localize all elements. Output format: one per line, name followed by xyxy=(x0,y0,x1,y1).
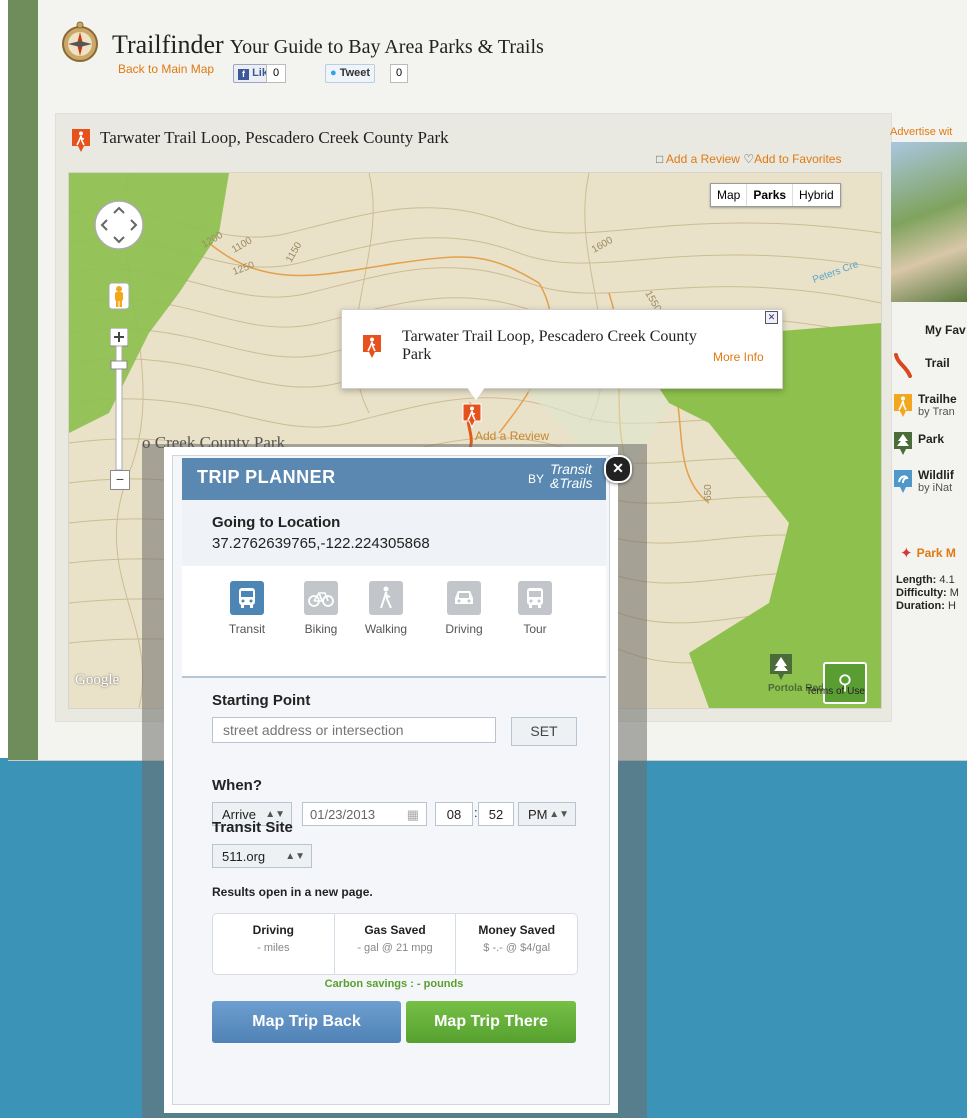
google-logo: Google xyxy=(75,672,120,688)
ampm-select[interactable]: PM ▲▼ xyxy=(518,802,576,826)
savings-table: Driving - miles Gas Saved - gal @ 21 mpg… xyxy=(212,913,578,975)
stat-money-saved: Money Saved $ -.- @ $4/gal xyxy=(455,914,577,974)
zoom-out-button[interactable]: − xyxy=(110,470,130,490)
destination-section xyxy=(182,500,606,567)
trailhead-legend-icon xyxy=(894,394,912,417)
back-to-main-map-link[interactable]: Back to Main Map xyxy=(118,62,214,76)
backdrop-review-link: Add a Review xyxy=(475,429,550,443)
tweet-count: 0 xyxy=(390,64,409,83)
add-to-favorites-link[interactable]: Add to Favorites xyxy=(754,152,841,166)
transit-and-trails-logo: Transit &Trails xyxy=(550,461,593,491)
like-count: 0 xyxy=(266,64,287,83)
pegman-icon[interactable] xyxy=(108,282,130,310)
tour-bus-icon xyxy=(518,581,552,615)
sidebar-item-park[interactable]: Park xyxy=(892,430,944,456)
pan-control-icon[interactable] xyxy=(92,198,146,252)
sidebar-heading: My Fav xyxy=(925,323,966,337)
starting-point-input[interactable] xyxy=(212,717,496,743)
calendar-icon: ▦ xyxy=(406,807,419,822)
mode-driving[interactable]: Driving xyxy=(436,581,492,636)
left-green-bar xyxy=(8,0,38,760)
select-arrows-icon: ▲▼ xyxy=(549,809,569,820)
results-note: Results open in a new page. xyxy=(212,885,373,899)
more-info-link[interactable]: More Info xyxy=(713,350,764,364)
modal-close-icon[interactable]: ✕ xyxy=(604,455,632,483)
map-trip-there-button[interactable]: Map Trip There xyxy=(406,1001,576,1043)
comment-icon: □ xyxy=(656,152,664,166)
map-type-map[interactable]: Map xyxy=(711,184,746,206)
twitter-bird-icon: ● xyxy=(330,67,337,79)
starting-point-label: Starting Point xyxy=(212,692,311,709)
info-window-trailhead-icon xyxy=(363,335,381,358)
mode-walking[interactable]: Walking xyxy=(358,581,414,636)
mode-tour[interactable]: Tour xyxy=(507,581,563,636)
going-to-label: Going to Location xyxy=(212,514,341,531)
park-map-icon: ✦ xyxy=(900,545,913,562)
bus-icon xyxy=(230,581,264,615)
contour-label-650: 650 xyxy=(703,484,714,501)
map-trip-back-button[interactable]: Map Trip Back xyxy=(212,1001,401,1043)
add-review-link[interactable]: Add a Review xyxy=(666,152,740,166)
when-label: When? xyxy=(212,777,262,794)
sidebar-item-trail[interactable]: Trail xyxy=(892,352,950,378)
park-legend-icon xyxy=(894,432,912,455)
bike-icon xyxy=(304,581,338,615)
transit-site-label: Transit Site xyxy=(212,819,293,836)
mode-biking[interactable]: Biking xyxy=(293,581,349,636)
map-type-parks[interactable]: Parks xyxy=(746,184,792,206)
park-tree-marker-icon xyxy=(770,654,792,680)
zoom-slider[interactable] xyxy=(110,328,128,488)
review-links: □ Add a Review ♡Add to Favorites xyxy=(656,152,841,166)
facebook-icon: f xyxy=(238,69,249,80)
select-arrows-icon: ▲▼ xyxy=(285,851,305,862)
map-type-control: Map Parks Hybrid xyxy=(710,183,841,207)
advertise-link[interactable]: Advertise wit xyxy=(890,126,952,138)
info-window-close-icon[interactable]: ✕ xyxy=(765,311,778,324)
park-title: Tarwater Trail Loop, Pescadero Creek Cou… xyxy=(100,128,449,147)
wildlife-legend-icon xyxy=(894,470,912,493)
sidebar-item-wildlife[interactable]: Wildlif by iNat xyxy=(892,468,954,494)
trip-planner-by: BY xyxy=(528,472,545,486)
tweet-button[interactable]: ● Tweet xyxy=(325,64,376,83)
backdrop-park-title: o Creek County Park xyxy=(142,433,286,452)
sidebar-item-trailhead[interactable]: Trailhe by Tran xyxy=(892,392,957,418)
trail-specs: Length: 4.1 Difficulty: M Duration: H xyxy=(896,574,959,612)
car-icon xyxy=(447,581,481,615)
minute-input[interactable]: 52 xyxy=(478,802,514,826)
stat-gas-saved: Gas Saved - gal @ 21 mpg xyxy=(333,914,456,974)
stat-driving: Driving - miles xyxy=(252,923,294,954)
site-title: Trailfinder Your Guide to Bay Area Parks … xyxy=(112,30,544,60)
hour-input[interactable]: 08 xyxy=(435,802,473,826)
map-trailhead-marker-icon[interactable] xyxy=(461,402,483,428)
info-window-pointer xyxy=(466,386,486,400)
site-name: Trailfinder xyxy=(112,30,224,59)
sidebar-item-park-map[interactable]: ✦ Park M xyxy=(892,544,956,562)
terms-of-use-link[interactable]: Terms of Use xyxy=(806,686,865,697)
going-to-value: 37.2762639765,-122.224305868 xyxy=(212,535,430,552)
heart-icon: ♡ xyxy=(743,152,755,166)
map-type-hybrid[interactable]: Hybrid xyxy=(792,184,840,206)
transit-site-select[interactable]: 511.org ▲▼ xyxy=(212,844,312,868)
trail-line-icon xyxy=(894,353,912,378)
site-tagline: Your Guide to Bay Area Parks & Trails xyxy=(229,36,544,58)
ad-image[interactable] xyxy=(891,142,967,302)
info-window-title: Tarwater Trail Loop, Pescadero Creek Cou… xyxy=(402,328,697,363)
set-button[interactable]: SET xyxy=(511,717,577,746)
mode-transit[interactable]: Transit xyxy=(219,581,275,636)
carbon-savings: Carbon savings : - pounds xyxy=(324,978,464,990)
tweet-label: Tweet xyxy=(339,67,371,79)
trip-planner-title: TRIP PLANNER xyxy=(197,467,336,487)
compass-logo-icon xyxy=(62,21,98,62)
walking-icon xyxy=(369,581,403,615)
trailhead-marker-icon xyxy=(72,129,90,152)
wildlife-badge-icon: ⚲ xyxy=(823,662,867,704)
date-input[interactable]: 01/23/2013 ▦ xyxy=(302,802,427,826)
